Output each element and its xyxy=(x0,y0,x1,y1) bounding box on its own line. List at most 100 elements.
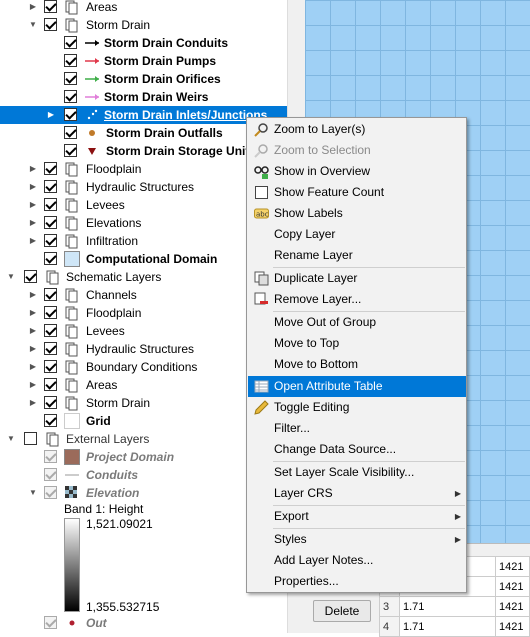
expand-arrow-icon[interactable]: ▶ xyxy=(28,322,38,340)
collapse-arrow-icon[interactable]: ▼ xyxy=(28,16,38,34)
layer-checkbox[interactable] xyxy=(44,0,57,13)
layer-checkbox[interactable] xyxy=(44,180,57,193)
layer-row-storm-drain-inlets[interactable]: ▶ Storm Drain Inlets/Junctions xyxy=(0,106,287,124)
expand-arrow-icon[interactable]: ▶ xyxy=(28,0,38,16)
layer-checkbox[interactable] xyxy=(64,108,77,121)
expand-arrow-icon[interactable]: ▶ xyxy=(28,178,38,196)
layer-row-areas[interactable]: ▶ Areas xyxy=(0,0,287,16)
menu-item-export[interactable]: Export ▶ xyxy=(248,506,466,527)
layer-checkbox[interactable] xyxy=(64,54,77,67)
layer-checkbox[interactable] xyxy=(44,306,57,319)
layer-row-floodplain-schematic[interactable]: ▶ Floodplain xyxy=(0,304,287,322)
expand-arrow-icon[interactable]: ▶ xyxy=(28,196,38,214)
expand-arrow-icon[interactable]: ▶ xyxy=(28,358,38,376)
menu-item-open-attribute-table[interactable]: Open Attribute Table xyxy=(248,376,466,397)
menu-item-add-layer-notes[interactable]: Add Layer Notes... xyxy=(248,550,466,571)
layer-checkbox[interactable] xyxy=(44,396,57,409)
layer-checkbox[interactable] xyxy=(44,378,57,391)
layer-row-schematic-layers[interactable]: ▼ Schematic Layers xyxy=(0,268,287,286)
layer-checkbox[interactable] xyxy=(64,144,77,157)
expand-arrow-icon[interactable]: ▶ xyxy=(28,214,38,232)
layer-checkbox[interactable] xyxy=(24,270,37,283)
layer-row-floodplain[interactable]: ▶ Floodplain xyxy=(0,160,287,178)
layer-checkbox[interactable] xyxy=(44,450,57,463)
layer-row-external-layers[interactable]: ▼ External Layers xyxy=(0,430,287,448)
layer-row-computational-domain[interactable]: Computational Domain xyxy=(0,250,287,268)
layer-row-storm-drain-pumps[interactable]: Storm Drain Pumps xyxy=(0,52,287,70)
expand-arrow-icon[interactable]: ▶ xyxy=(28,394,38,412)
layer-checkbox[interactable] xyxy=(64,90,77,103)
expand-arrow-icon[interactable]: ▶ xyxy=(46,106,56,124)
layer-row-grid[interactable]: Grid xyxy=(0,412,287,430)
menu-item-toggle-editing[interactable]: Toggle Editing xyxy=(248,397,466,418)
expand-arrow-icon[interactable]: ▶ xyxy=(28,232,38,250)
expand-arrow-icon[interactable]: ▶ xyxy=(28,340,38,358)
layer-checkbox[interactable] xyxy=(44,18,57,31)
layer-row-project-domain[interactable]: Project Domain xyxy=(0,448,287,466)
layer-checkbox[interactable] xyxy=(44,234,57,247)
layer-checkbox[interactable] xyxy=(44,360,57,373)
menu-item-filter[interactable]: Filter... xyxy=(248,418,466,439)
layer-row-storm-drain-weirs[interactable]: Storm Drain Weirs xyxy=(0,88,287,106)
layer-checkbox[interactable] xyxy=(44,468,57,481)
layer-row-storm-drain-schematic[interactable]: ▶ Storm Drain xyxy=(0,394,287,412)
table-row[interactable]: 3 1.71 1421 xyxy=(379,596,530,617)
layer-row-hydraulic-structures-schematic[interactable]: ▶ Hydraulic Structures xyxy=(0,340,287,358)
collapse-arrow-icon[interactable]: ▼ xyxy=(6,268,16,286)
layer-row-channels[interactable]: ▶ Channels xyxy=(0,286,287,304)
menu-item-styles[interactable]: Styles ▶ xyxy=(248,529,466,550)
layer-checkbox[interactable] xyxy=(44,342,57,355)
layer-row-conduits[interactable]: Conduits xyxy=(0,466,287,484)
layer-checkbox[interactable] xyxy=(44,198,57,211)
layer-checkbox[interactable] xyxy=(44,162,57,175)
menu-item-properties[interactable]: Properties... xyxy=(248,571,466,592)
layer-checkbox[interactable] xyxy=(64,72,77,85)
menu-item-duplicate-layer[interactable]: Duplicate Layer xyxy=(248,268,466,289)
layer-row-hydraulic-structures[interactable]: ▶ Hydraulic Structures xyxy=(0,178,287,196)
menu-item-rename-layer[interactable]: Rename Layer xyxy=(248,245,466,266)
layer-checkbox[interactable] xyxy=(44,216,57,229)
layer-row-storm-drain[interactable]: ▼ Storm Drain xyxy=(0,16,287,34)
menu-item-show-labels[interactable]: abc Show Labels xyxy=(248,203,466,224)
layer-checkbox[interactable] xyxy=(24,432,37,445)
layer-row-infiltration[interactable]: ▶ Infiltration xyxy=(0,232,287,250)
layer-row-areas-schematic[interactable]: ▶ Areas xyxy=(0,376,287,394)
layer-row-storm-drain-outfalls[interactable]: Storm Drain Outfalls xyxy=(0,124,287,142)
layer-checkbox[interactable] xyxy=(44,252,57,265)
menu-item-show-in-overview[interactable]: Show in Overview xyxy=(248,161,466,182)
menu-item-change-data-source[interactable]: Change Data Source... xyxy=(248,439,466,460)
expand-arrow-icon[interactable]: ▶ xyxy=(28,160,38,178)
menu-item-zoom-to-layer[interactable]: Zoom to Layer(s) xyxy=(248,119,466,140)
layer-checkbox[interactable] xyxy=(44,414,57,427)
layer-checkbox[interactable] xyxy=(44,324,57,337)
layer-row-levees[interactable]: ▶ Levees xyxy=(0,196,287,214)
layer-row-out[interactable]: Out xyxy=(0,614,287,632)
menu-item-remove-layer[interactable]: Remove Layer... xyxy=(248,289,466,310)
expand-arrow-icon[interactable]: ▶ xyxy=(28,286,38,304)
layer-checkbox[interactable] xyxy=(44,616,57,629)
layer-row-elevations[interactable]: ▶ Elevations xyxy=(0,214,287,232)
layer-label: Grid xyxy=(86,414,111,428)
expand-arrow-icon[interactable]: ▶ xyxy=(28,304,38,322)
menu-item-move-to-top[interactable]: Move to Top xyxy=(248,333,466,354)
menu-item-layer-crs[interactable]: Layer CRS ▶ xyxy=(248,483,466,504)
menu-item-show-feature-count[interactable]: Show Feature Count xyxy=(248,182,466,203)
layer-checkbox[interactable] xyxy=(44,486,57,499)
layer-row-boundary-conditions[interactable]: ▶ Boundary Conditions xyxy=(0,358,287,376)
layer-checkbox[interactable] xyxy=(44,288,57,301)
layer-row-storm-drain-conduits[interactable]: Storm Drain Conduits xyxy=(0,34,287,52)
menu-item-zoom-to-selection[interactable]: Zoom to Selection xyxy=(248,140,466,161)
expand-arrow-icon[interactable]: ▶ xyxy=(28,376,38,394)
menu-item-set-scale-visibility[interactable]: Set Layer Scale Visibility... xyxy=(248,462,466,483)
layer-row-storm-drain-storage[interactable]: Storm Drain Storage Units xyxy=(0,142,287,160)
collapse-arrow-icon[interactable]: ▼ xyxy=(6,430,16,448)
layer-checkbox[interactable] xyxy=(64,126,77,139)
layer-row-storm-drain-orifices[interactable]: Storm Drain Orifices xyxy=(0,70,287,88)
delete-button[interactable]: Delete xyxy=(313,600,371,622)
table-row[interactable]: 4 1.71 1421 xyxy=(379,616,530,637)
layer-checkbox[interactable] xyxy=(64,36,77,49)
layer-row-levees-schematic[interactable]: ▶ Levees xyxy=(0,322,287,340)
menu-item-move-out-of-group[interactable]: Move Out of Group xyxy=(248,312,466,333)
menu-item-move-to-bottom[interactable]: Move to Bottom xyxy=(248,354,466,375)
menu-item-copy-layer[interactable]: Copy Layer xyxy=(248,224,466,245)
